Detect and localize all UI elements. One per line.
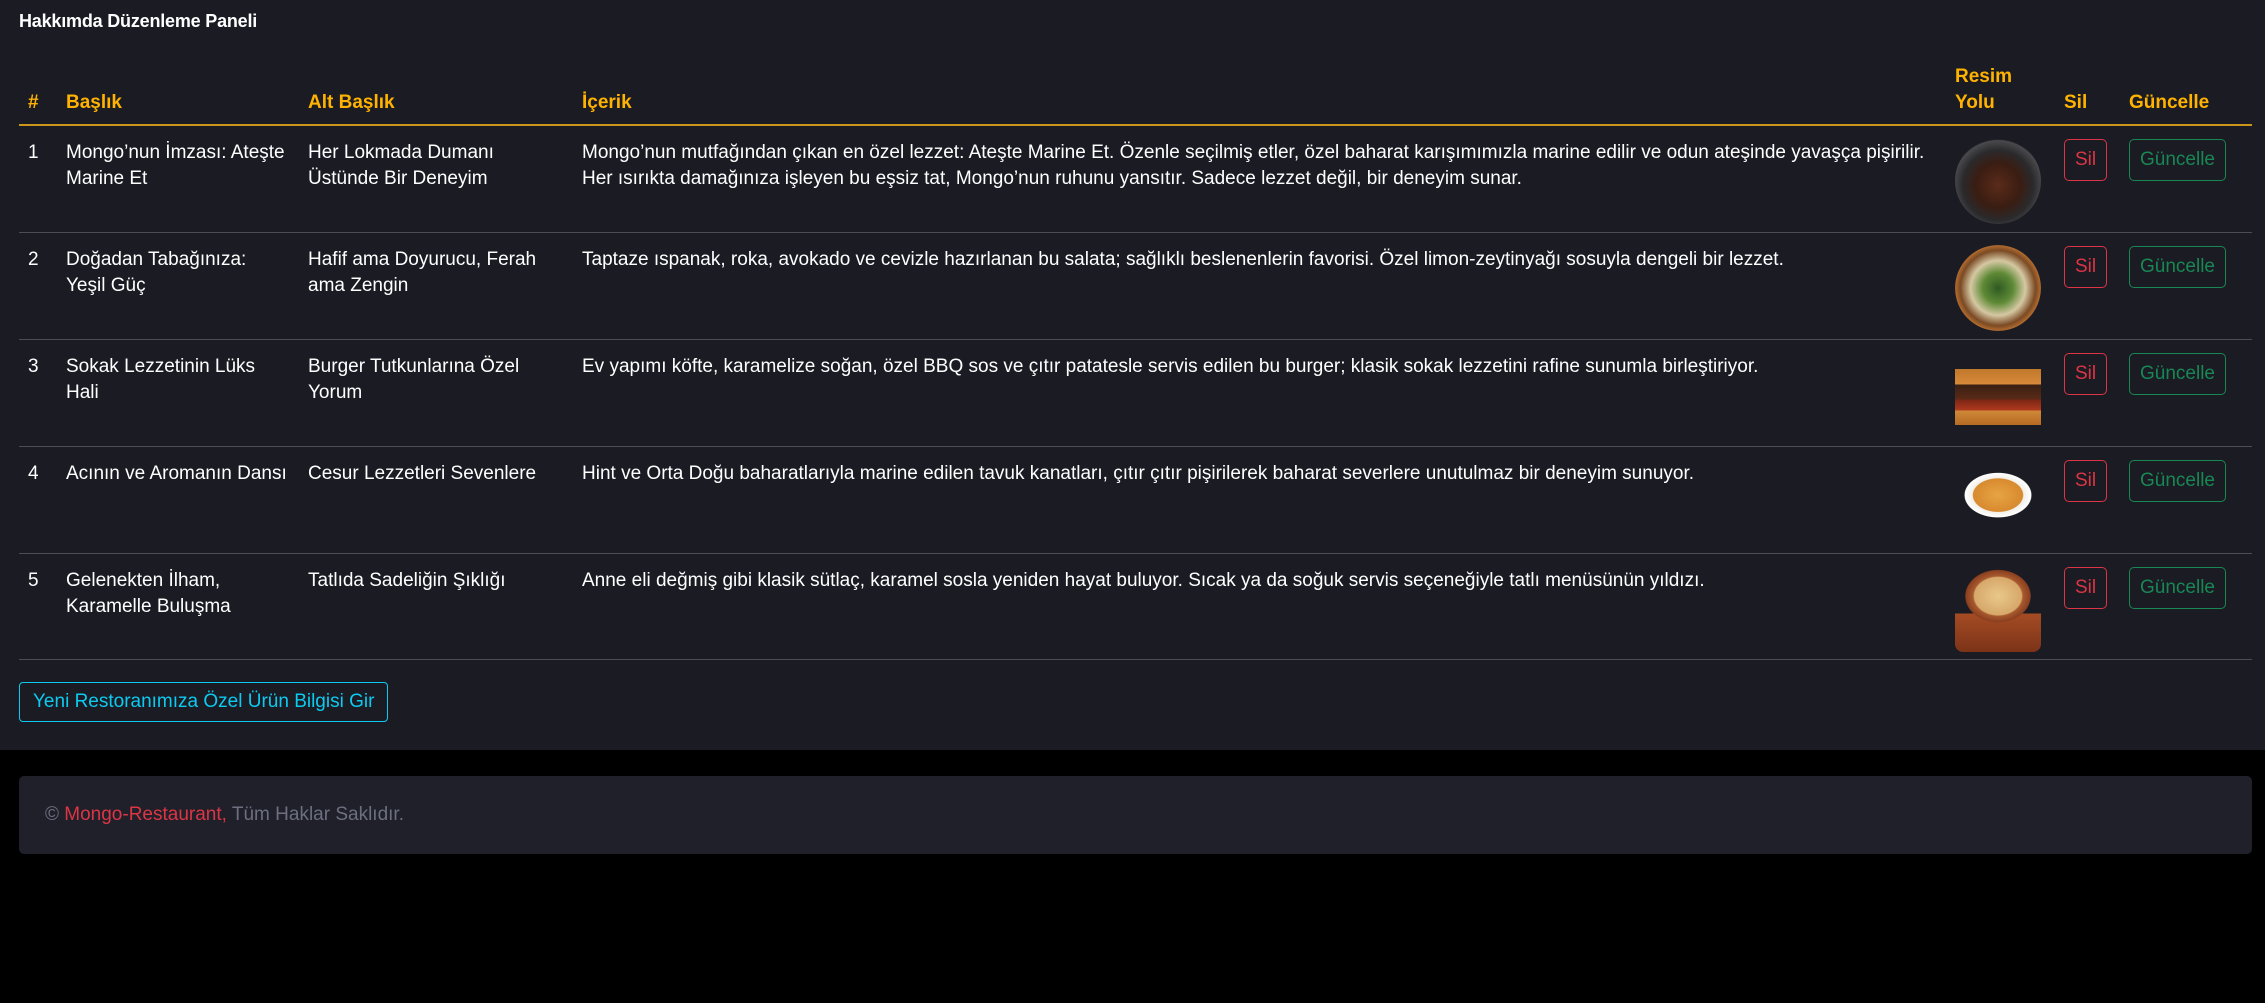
delete-button[interactable]: Sil <box>2064 459 2108 502</box>
about-table: # Başlık Alt Başlık İçerik Resim Yolu Si… <box>19 64 2252 660</box>
row-subtitle: Cesur Lezzetleri Sevenlere <box>299 446 573 554</box>
row-num: 5 <box>19 553 57 660</box>
footer-rights-text: Tüm Haklar Saklıdır. <box>231 804 404 825</box>
update-button[interactable]: Güncelle <box>2129 459 2226 502</box>
delete-button[interactable]: Sil <box>2064 352 2108 395</box>
row-image-cell <box>1946 446 2055 554</box>
copyright-symbol: © <box>45 804 59 825</box>
row-update-cell: Güncelle <box>2120 232 2252 340</box>
table-row: 3 Sokak Lezzetinin Lüks Hali Burger Tutk… <box>19 339 2252 447</box>
row-delete-cell: Sil <box>2055 553 2120 660</box>
header-delete: Sil <box>2055 64 2120 126</box>
row-num: 3 <box>19 339 57 447</box>
header-subtitle: Alt Başlık <box>299 64 573 126</box>
row-image-cell <box>1946 232 2055 340</box>
table-row: 4 Acının ve Aromanın Dansı Cesur Lezzetl… <box>19 446 2252 554</box>
about-edit-panel: Hakkımda Düzenleme Paneli # Başlık Alt B… <box>0 0 2265 750</box>
update-button[interactable]: Güncelle <box>2129 352 2226 395</box>
page-title: Hakkımda Düzenleme Paneli <box>19 11 258 31</box>
footer: © Mongo-Restaurant, Tüm Haklar Saklıdır. <box>19 776 2252 854</box>
row-num: 2 <box>19 232 57 340</box>
table-row: 5 Gelenekten İlham, Karamelle Buluşma Ta… <box>19 553 2252 660</box>
update-button[interactable]: Güncelle <box>2129 139 2226 181</box>
header-update: Güncelle <box>2120 64 2252 126</box>
row-update-cell: Güncelle <box>2120 553 2252 660</box>
row-content: Mongo’nun mutfağından çıkan en özel lezz… <box>573 125 1946 233</box>
row-content: Hint ve Orta Doğu baharatlarıyla marine … <box>573 446 1946 554</box>
row-update-cell: Güncelle <box>2120 339 2252 447</box>
row-update-cell: Güncelle <box>2120 125 2252 233</box>
row-delete-cell: Sil <box>2055 339 2120 447</box>
row-delete-cell: Sil <box>2055 232 2120 340</box>
header-content: İçerik <box>573 64 1946 126</box>
row-title: Gelenekten İlham, Karamelle Buluşma <box>57 553 299 660</box>
update-button[interactable]: Güncelle <box>2129 566 2226 609</box>
rice-pudding-image <box>1955 565 2041 652</box>
row-update-cell: Güncelle <box>2120 446 2252 554</box>
row-num: 4 <box>19 446 57 554</box>
row-image-cell <box>1946 339 2055 447</box>
delete-button[interactable]: Sil <box>2064 245 2108 288</box>
row-subtitle: Hafif ama Doyurucu, Ferah ama Zengin <box>299 232 573 340</box>
row-title: Mongo’nun İmzası: Ateşte Marine Et <box>57 125 299 233</box>
row-content: Taptaze ıspanak, roka, avokado ve cevizl… <box>573 232 1946 340</box>
row-title: Sokak Lezzetinin Lüks Hali <box>57 339 299 447</box>
row-num: 1 <box>19 125 57 233</box>
update-button[interactable]: Güncelle <box>2129 245 2226 288</box>
row-title: Acının ve Aromanın Dansı <box>57 446 299 554</box>
grilled-steak-image <box>1955 138 2041 224</box>
row-delete-cell: Sil <box>2055 125 2120 233</box>
table-row: 2 Doğadan Tabağınıza: Yeşil Güç Hafif am… <box>19 232 2252 340</box>
row-subtitle: Burger Tutkunlarına Özel Yorum <box>299 339 573 447</box>
table-header: # Başlık Alt Başlık İçerik Resim Yolu Si… <box>19 64 2252 126</box>
soup-bowl-image <box>1955 458 2041 545</box>
delete-button[interactable]: Sil <box>2064 139 2108 181</box>
header-image: Resim Yolu <box>1946 64 2055 126</box>
row-subtitle: Her Lokmada Dumanı Üstünde Bir Deneyim <box>299 125 573 233</box>
add-new-product-button[interactable]: Yeni Restoranımıza Özel Ürün Bilgisi Gir <box>19 682 389 722</box>
row-image-cell <box>1946 125 2055 233</box>
row-content: Ev yapımı köfte, karamelize soğan, özel … <box>573 339 1946 447</box>
header-num: # <box>19 64 57 126</box>
row-title: Doğadan Tabağınıza: Yeşil Güç <box>57 232 299 340</box>
table-row: 1 Mongo’nun İmzası: Ateşte Marine Et Her… <box>19 125 2252 233</box>
row-content: Anne eli değmiş gibi klasik sütlaç, kara… <box>573 553 1946 660</box>
row-delete-cell: Sil <box>2055 446 2120 554</box>
row-subtitle: Tatlıda Sadeliğin Şıklığı <box>299 553 573 660</box>
header-title: Başlık <box>57 64 299 126</box>
burger-image <box>1955 351 2041 438</box>
footer-brand-link[interactable]: Mongo-Restaurant, <box>64 804 227 825</box>
delete-button[interactable]: Sil <box>2064 566 2108 609</box>
green-salad-image <box>1955 244 2041 331</box>
row-image-cell <box>1946 553 2055 660</box>
